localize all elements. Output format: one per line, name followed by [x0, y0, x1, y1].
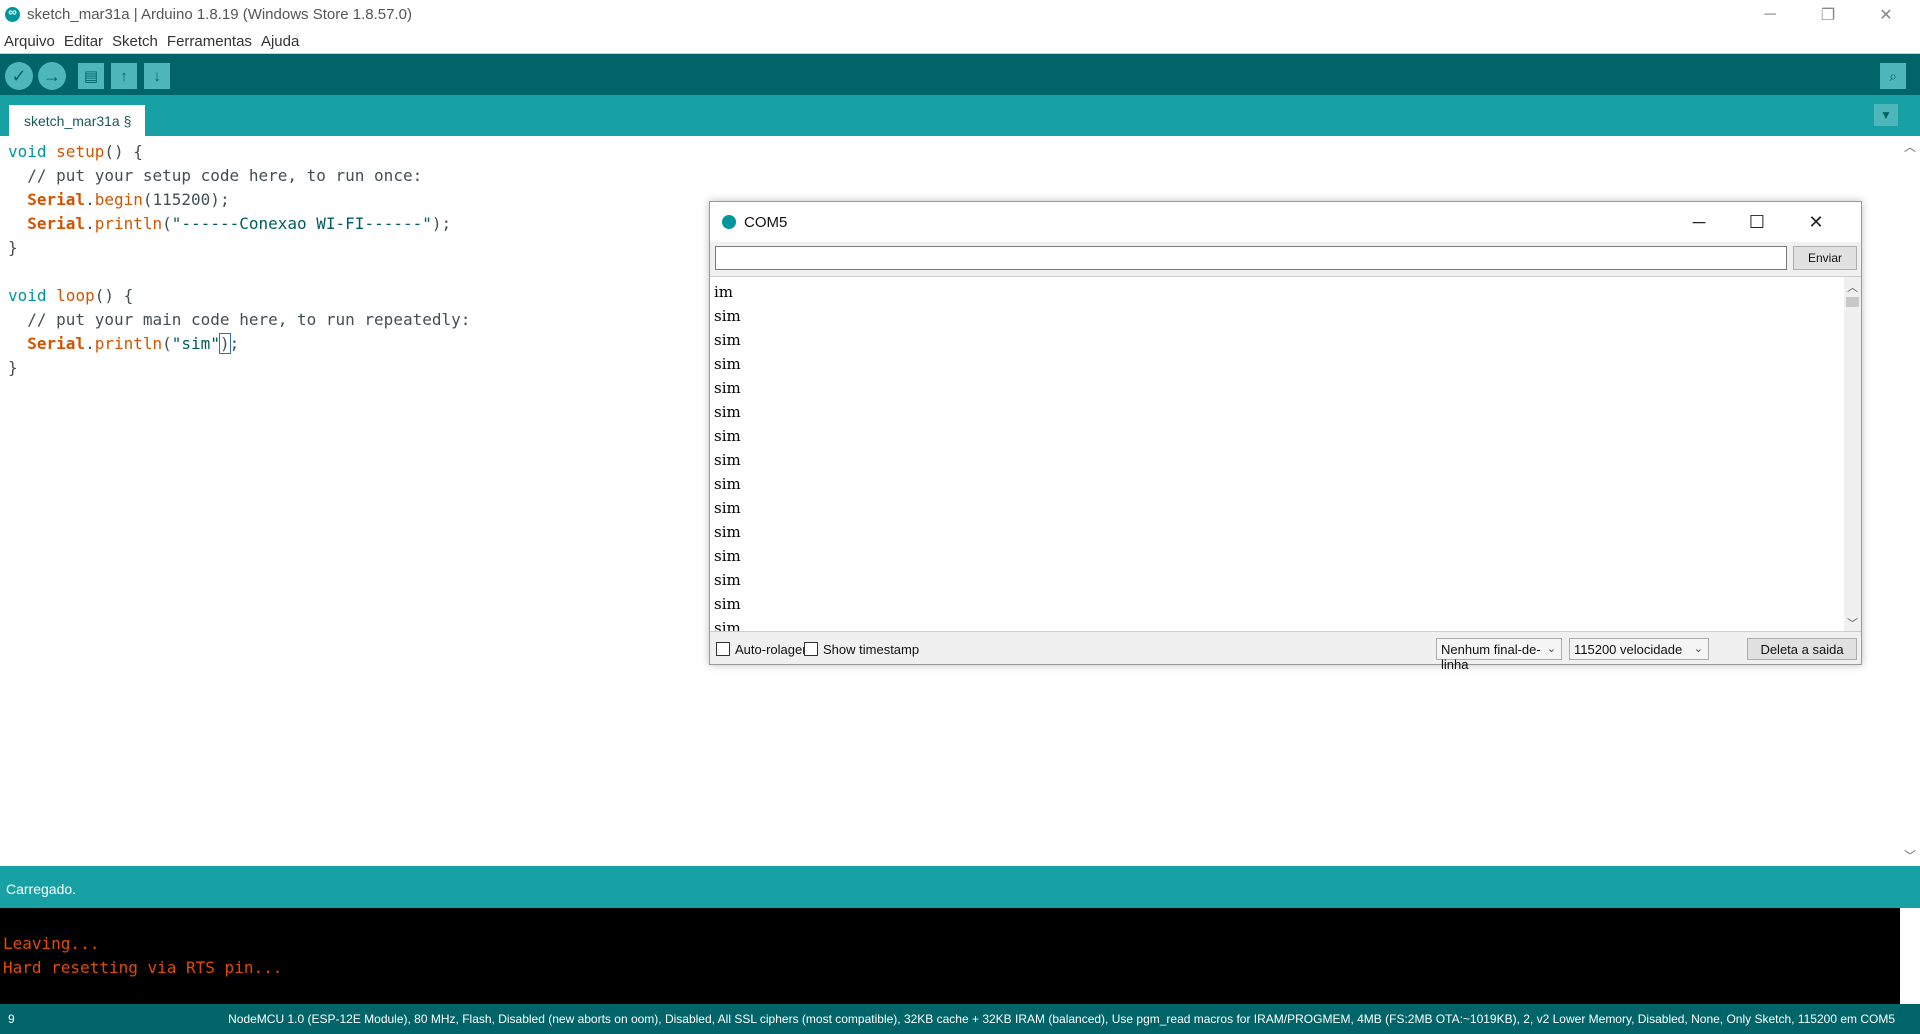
scroll-down-icon[interactable]: ﹀ — [1844, 615, 1861, 631]
code-comment: // put your main code here, to run repea… — [8, 310, 471, 329]
code-token: void — [8, 286, 47, 305]
serial-output-line: sim — [714, 379, 741, 397]
verify-icon[interactable]: ✓ — [5, 62, 33, 90]
serial-output-line: sim — [714, 547, 741, 565]
sm-close-button[interactable]: ✕ — [1787, 202, 1845, 242]
menu-bar: Arquivo Editar Sketch Ferramentas Ajuda — [0, 30, 1920, 54]
serial-output-scrollbar[interactable]: ︿ ﹀ — [1844, 277, 1861, 631]
serial-monitor-title-bar: COM5 ─ ☐ ✕ — [710, 202, 1861, 242]
code-token: Serial — [27, 190, 86, 209]
serial-output-line: sim — [714, 307, 741, 325]
sm-maximize-button[interactable]: ☐ — [1728, 202, 1786, 242]
autoscroll-label: Auto-rolagem — [735, 642, 814, 657]
console-output: Leaving... Hard resetting via RTS pin... — [0, 908, 1920, 1004]
minimize-button[interactable]: ─ — [1742, 0, 1798, 30]
code-token: begin — [94, 190, 143, 209]
window-title: sketch_mar31a | Arduino 1.8.19 (Windows … — [27, 6, 412, 23]
code-token: Serial — [27, 334, 86, 353]
baud-rate-value: 115200 velocidade — [1574, 642, 1683, 657]
arduino-logo-icon — [5, 5, 20, 22]
serial-output-line: im — [714, 283, 734, 301]
serial-input[interactable] — [715, 246, 1787, 270]
code-token: () { — [94, 286, 134, 305]
board-info-bar: 9 NodeMCU 1.0 (ESP-12E Module), 80 MHz, … — [0, 1004, 1920, 1034]
autoscroll-checkbox[interactable] — [716, 642, 730, 656]
serial-controls: Auto-rolagem Show timestamp Nenhum final… — [710, 633, 1861, 672]
scroll-up-icon[interactable]: ︿ — [1844, 279, 1861, 295]
menu-ajuda[interactable]: Ajuda — [261, 33, 299, 50]
scroll-up-icon[interactable]: ︿ — [1900, 138, 1920, 155]
code-token: void — [8, 142, 47, 161]
console-line: Hard resetting via RTS pin... — [3, 958, 283, 977]
toolbar: ✓ → ▤ ↑ ↓ ⌕ — [0, 54, 1920, 95]
console-scrollbar[interactable] — [1900, 908, 1920, 1004]
tab-bar: sketch_mar31a § ▼ — [0, 95, 1920, 136]
code-token: println — [94, 214, 163, 233]
sm-minimize-button[interactable]: ─ — [1670, 202, 1728, 242]
tab-sketch[interactable]: sketch_mar31a § — [9, 105, 145, 136]
send-button[interactable]: Enviar — [1793, 246, 1857, 270]
menu-sketch[interactable]: Sketch — [112, 33, 158, 50]
menu-editar[interactable]: Editar — [64, 33, 103, 50]
code-token: (115200); — [142, 190, 230, 209]
board-info: NodeMCU 1.0 (ESP-12E Module), 80 MHz, Fl… — [228, 1012, 1895, 1026]
serial-output-line: sim — [714, 619, 741, 632]
baud-rate-select[interactable]: 115200 velocidade ⌄ — [1569, 638, 1709, 660]
serial-output-line: sim — [714, 451, 741, 469]
upload-icon[interactable]: → — [38, 62, 66, 90]
serial-output-line: sim — [714, 499, 741, 517]
code-comment: // put your setup code here, to run once… — [8, 166, 423, 185]
code-token: ; — [229, 334, 240, 353]
editor-scrollbar[interactable]: ︿ ﹀ — [1900, 136, 1920, 866]
serial-monitor-window: COM5 ─ ☐ ✕ Enviar im sim sim sim sim sim sim si… — [709, 201, 1862, 672]
line-ending-select[interactable]: Nenhum final-de-linha ⌄ — [1436, 638, 1562, 672]
new-sketch-icon[interactable]: ▤ — [78, 63, 104, 89]
serial-output-line: sim — [714, 355, 741, 373]
code-string: "sim" — [171, 334, 220, 353]
serial-output-line: sim — [714, 331, 741, 349]
serial-monitor-title: COM5 — [744, 214, 788, 231]
tab-menu-icon[interactable]: ▼ — [1874, 104, 1898, 126]
code-token: } — [8, 238, 18, 257]
serial-output-line: sim — [714, 475, 741, 493]
scroll-down-icon[interactable]: ﹀ — [1900, 847, 1920, 864]
serial-output-line: sim — [714, 427, 741, 445]
code-token: Serial — [27, 214, 86, 233]
menu-arquivo[interactable]: Arquivo — [4, 33, 55, 50]
title-bar: sketch_mar31a | Arduino 1.8.19 (Windows … — [0, 0, 1920, 30]
timestamp-checkbox[interactable] — [804, 642, 818, 656]
serial-output-line: sim — [714, 595, 741, 613]
text-cursor: ) — [218, 333, 231, 354]
close-button[interactable]: ✕ — [1858, 0, 1914, 30]
code-token: } — [8, 358, 18, 377]
code-token: ); — [431, 214, 452, 233]
status-bar: Carregado. — [0, 866, 1920, 908]
chevron-down-icon: ⌄ — [1546, 643, 1556, 655]
serial-output-line: sim — [714, 523, 741, 541]
menu-ferramentas[interactable]: Ferramentas — [167, 33, 252, 50]
timestamp-label: Show timestamp — [823, 642, 920, 657]
console-line: Leaving... — [3, 934, 100, 953]
save-sketch-icon[interactable]: ↓ — [144, 63, 170, 89]
code-token: () { — [104, 142, 143, 161]
status-message: Carregado. — [6, 881, 77, 897]
code-token: setup — [56, 142, 105, 161]
chevron-down-icon: ⌄ — [1693, 643, 1703, 655]
restore-button[interactable]: ❐ — [1800, 0, 1856, 30]
code-text[interactable]: void setup() { // put your setup code he… — [8, 140, 470, 380]
open-sketch-icon[interactable]: ↑ — [111, 63, 137, 89]
code-string: "------Conexao WI-FI------" — [171, 214, 432, 233]
line-number: 9 — [8, 1012, 15, 1026]
clear-output-button[interactable]: Deleta a saida — [1747, 638, 1857, 660]
scroll-thumb[interactable] — [1846, 297, 1859, 307]
serial-output-line: sim — [714, 571, 741, 589]
code-token: loop — [56, 286, 95, 305]
serial-monitor-icon[interactable]: ⌕ — [1880, 63, 1906, 89]
serial-output-line: sim — [714, 403, 741, 421]
code-token: println — [94, 334, 163, 353]
serial-output[interactable]: im sim sim sim sim sim sim sim sim sim sim sim sim si… — [710, 276, 1861, 632]
arduino-logo-icon — [722, 215, 736, 229]
